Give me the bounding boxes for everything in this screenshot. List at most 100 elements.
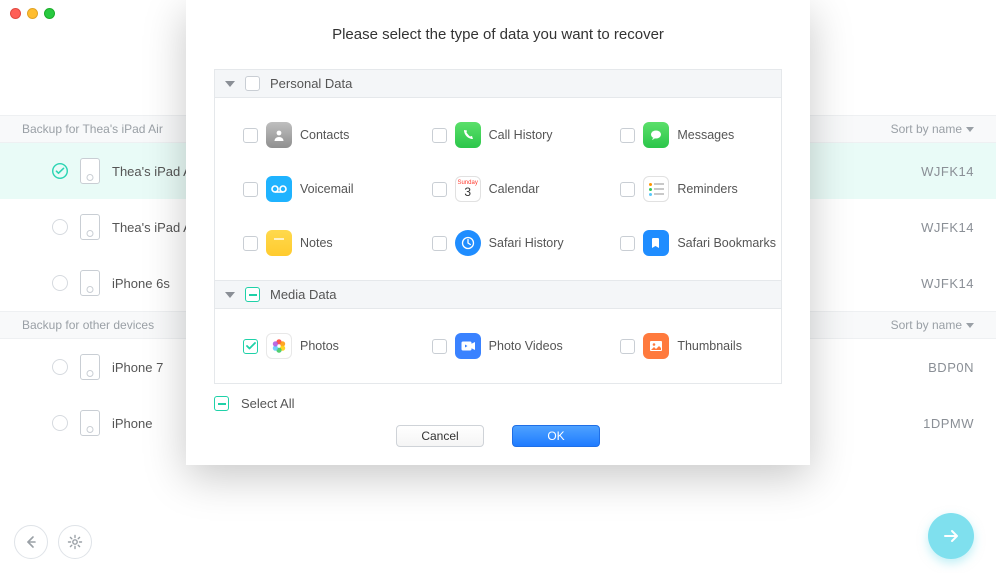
category-checkbox-personal[interactable] xyxy=(245,76,260,91)
item-thumbnails[interactable]: Thumbnails xyxy=(592,319,781,373)
device-icon xyxy=(80,270,100,296)
next-button[interactable] xyxy=(928,513,974,559)
item-label: Voicemail xyxy=(300,182,354,196)
contacts-icon xyxy=(266,122,292,148)
item-label: Safari History xyxy=(489,236,564,250)
radio-selected[interactable] xyxy=(52,163,68,179)
device-name: Thea's iPad A xyxy=(112,164,192,179)
checkbox[interactable] xyxy=(432,182,447,197)
checkbox[interactable] xyxy=(243,236,258,251)
window-minimize-button[interactable] xyxy=(27,8,38,19)
chevron-down-icon xyxy=(966,127,974,132)
checkbox[interactable] xyxy=(432,236,447,251)
device-serial: WJFK14 xyxy=(921,220,974,235)
item-label: Contacts xyxy=(300,128,349,142)
disclosure-icon[interactable] xyxy=(225,292,235,298)
sort-label: Sort by name xyxy=(891,122,962,136)
back-button[interactable] xyxy=(14,525,48,559)
item-reminders[interactable]: Reminders xyxy=(592,162,781,216)
checkbox[interactable] xyxy=(243,339,258,354)
item-safari-history[interactable]: Safari History xyxy=(404,216,593,270)
item-label: Calendar xyxy=(489,182,540,196)
window-close-button[interactable] xyxy=(10,8,21,19)
disclosure-icon[interactable] xyxy=(225,81,235,87)
device-name: iPhone 7 xyxy=(112,360,163,375)
category-label: Personal Data xyxy=(270,76,352,91)
select-all-label: Select All xyxy=(241,396,294,411)
select-all-row[interactable]: Select All xyxy=(214,396,782,411)
item-label: Thumbnails xyxy=(677,339,742,353)
checkbox[interactable] xyxy=(620,128,635,143)
device-serial: BDP0N xyxy=(928,360,974,375)
device-icon xyxy=(80,158,100,184)
checkbox[interactable] xyxy=(620,236,635,251)
item-label: Photo Videos xyxy=(489,339,563,353)
select-all-checkbox[interactable] xyxy=(214,396,229,411)
cancel-button[interactable]: Cancel xyxy=(396,425,484,447)
modal-buttons: Cancel OK xyxy=(186,425,810,447)
section-label: Backup for other devices xyxy=(22,318,154,332)
gear-icon xyxy=(67,534,83,550)
settings-button[interactable] xyxy=(58,525,92,559)
category-label: Media Data xyxy=(270,287,336,302)
item-label: Messages xyxy=(677,128,734,142)
checkbox[interactable] xyxy=(620,182,635,197)
personal-grid: Contacts Call History Messages Voicemail… xyxy=(215,98,781,280)
photos-icon xyxy=(266,333,292,359)
photo-videos-icon xyxy=(455,333,481,359)
item-label: Safari Bookmarks xyxy=(677,236,776,250)
voicemail-icon xyxy=(266,176,292,202)
phone-icon xyxy=(455,122,481,148)
device-serial: WJFK14 xyxy=(921,164,974,179)
checkbox[interactable] xyxy=(432,128,447,143)
radio[interactable] xyxy=(52,359,68,375)
item-voicemail[interactable]: Voicemail xyxy=(215,162,404,216)
item-call-history[interactable]: Call History xyxy=(404,108,593,162)
sort-button[interactable]: Sort by name xyxy=(891,122,974,136)
window-maximize-button[interactable] xyxy=(44,8,55,19)
ok-button[interactable]: OK xyxy=(512,425,600,447)
item-label: Notes xyxy=(300,236,333,250)
arrow-left-icon xyxy=(23,534,39,550)
safari-bookmarks-icon xyxy=(643,230,669,256)
item-messages[interactable]: Messages xyxy=(592,108,781,162)
checkbox[interactable] xyxy=(243,128,258,143)
checkbox[interactable] xyxy=(620,339,635,354)
media-grid: Photos Photo Videos Thumbnails xyxy=(215,309,781,383)
category-box: Personal Data Contacts Call History Mess… xyxy=(214,69,782,384)
radio[interactable] xyxy=(52,415,68,431)
chevron-down-icon xyxy=(966,323,974,328)
safari-history-icon xyxy=(455,230,481,256)
item-photo-videos[interactable]: Photo Videos xyxy=(404,319,593,373)
category-header-personal[interactable]: Personal Data xyxy=(215,70,781,98)
device-icon xyxy=(80,354,100,380)
item-photos[interactable]: Photos xyxy=(215,319,404,373)
item-calendar[interactable]: Sunday3 Calendar xyxy=(404,162,593,216)
category-checkbox-media[interactable] xyxy=(245,287,260,302)
device-name: Thea's iPad A xyxy=(112,220,192,235)
checkbox[interactable] xyxy=(432,339,447,354)
messages-icon xyxy=(643,122,669,148)
notes-icon xyxy=(266,230,292,256)
window-controls xyxy=(10,8,55,19)
thumbnails-icon xyxy=(643,333,669,359)
item-label: Reminders xyxy=(677,182,737,196)
arrow-right-icon xyxy=(941,526,961,546)
radio[interactable] xyxy=(52,219,68,235)
item-notes[interactable]: Notes xyxy=(215,216,404,270)
section-label: Backup for Thea's iPad Air xyxy=(22,122,163,136)
sort-button[interactable]: Sort by name xyxy=(891,318,974,332)
recover-type-modal: Please select the type of data you want … xyxy=(186,0,810,465)
bottom-nav xyxy=(14,525,92,559)
calendar-icon: Sunday3 xyxy=(455,176,481,202)
item-contacts[interactable]: Contacts xyxy=(215,108,404,162)
check-icon xyxy=(52,162,68,180)
item-label: Photos xyxy=(300,339,339,353)
checkbox[interactable] xyxy=(243,182,258,197)
category-header-media[interactable]: Media Data xyxy=(215,280,781,309)
device-icon xyxy=(80,214,100,240)
radio[interactable] xyxy=(52,275,68,291)
sort-label: Sort by name xyxy=(891,318,962,332)
item-safari-bookmarks[interactable]: Safari Bookmarks xyxy=(592,216,781,270)
item-label: Call History xyxy=(489,128,553,142)
